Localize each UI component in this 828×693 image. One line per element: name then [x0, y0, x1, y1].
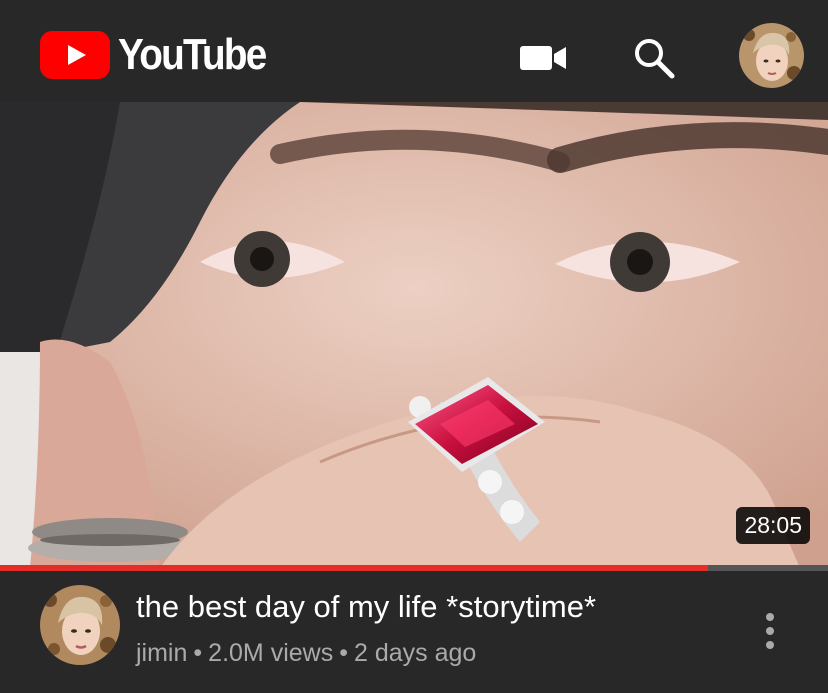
logo-text: YouTube [118, 30, 267, 79]
upload-age: 2 days ago [353, 639, 477, 667]
account-avatar[interactable] [739, 23, 804, 88]
app-header: YouTube [0, 0, 828, 102]
video-title[interactable]: the best day of my life *storytime* [136, 589, 596, 625]
thumbnail-image [0, 102, 828, 568]
video-thumbnail[interactable]: 28:05 [0, 102, 828, 568]
video-duration: 28:05 [736, 507, 810, 544]
channel-avatar[interactable] [40, 585, 120, 665]
play-logo-icon [40, 31, 110, 79]
channel-name[interactable]: jimin [136, 639, 187, 667]
video-meta: jimin • 2.0M views • 2 days ago [136, 639, 476, 668]
view-count: 2.0M views [208, 639, 334, 667]
meta-separator: • [339, 639, 348, 667]
video-camera-icon[interactable] [520, 44, 568, 72]
more-vertical-icon[interactable] [760, 611, 780, 651]
meta-separator: • [193, 639, 203, 667]
youtube-logo[interactable]: YouTube [40, 30, 286, 80]
video-info-row[interactable]: the best day of my life *storytime* jimi… [0, 571, 828, 693]
search-icon[interactable] [632, 36, 676, 80]
